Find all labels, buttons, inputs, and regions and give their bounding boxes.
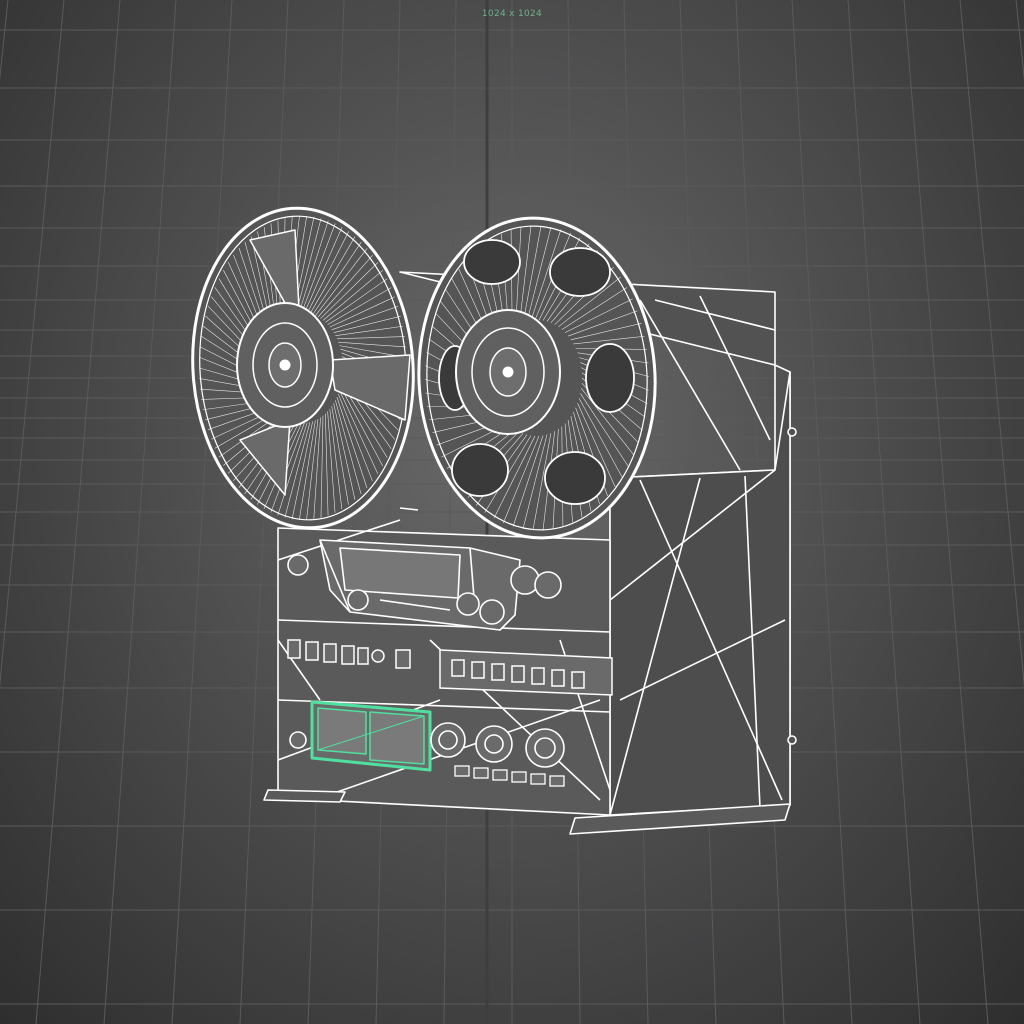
supply-reel[interactable]: [182, 201, 424, 536]
tape-recorder-wireframe[interactable]: [0, 0, 1024, 1024]
3d-viewport[interactable]: 1024 x 1024: [0, 0, 1024, 1024]
function-switches[interactable]: [439, 649, 613, 696]
meter-window[interactable]: [310, 700, 432, 772]
